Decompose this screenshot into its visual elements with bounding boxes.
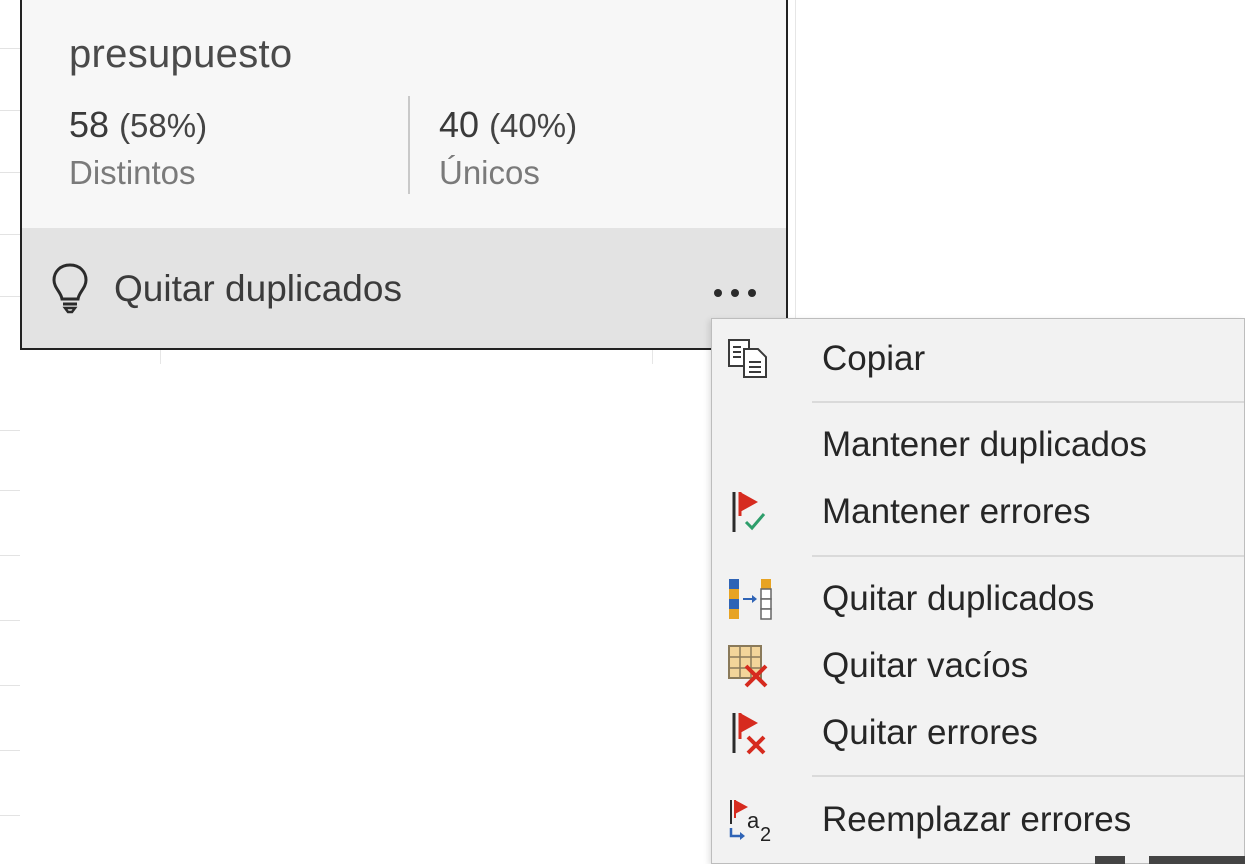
- copy-icon: [726, 337, 778, 381]
- context-menu: Copiar Mantener duplicados Mantener erro…: [711, 318, 1245, 864]
- distinct-stat: 58 (58%) Distintos: [69, 104, 207, 192]
- suggestion-bar[interactable]: Quitar duplicados: [22, 228, 786, 348]
- menu-item-copy[interactable]: Copiar: [712, 329, 1244, 387]
- menu-item-remove-empty[interactable]: Quitar vacíos: [712, 636, 1244, 694]
- menu-item-keep-duplicates[interactable]: Mantener duplicados: [712, 415, 1244, 473]
- grid-line: [0, 296, 20, 297]
- distinct-percent: (58%): [119, 107, 208, 144]
- grid-line: [0, 234, 20, 235]
- grid-line: [160, 350, 161, 364]
- grid-line: [795, 0, 796, 318]
- menu-item-label: Mantener duplicados: [822, 425, 1147, 464]
- column-profile-card: presupuesto 58 (58%) Distintos 40 (40%) …: [20, 0, 788, 350]
- unique-label: Únicos: [439, 154, 540, 191]
- status-bar-fragment: [1085, 854, 1245, 864]
- remove-duplicates-suggestion[interactable]: Quitar duplicados: [114, 268, 402, 310]
- menu-item-label: Quitar duplicados: [822, 579, 1095, 618]
- unique-stat: 40 (40%) Únicos: [439, 104, 577, 192]
- svg-text:a: a: [747, 808, 760, 833]
- menu-separator: [812, 555, 1244, 557]
- more-options-button[interactable]: [710, 282, 760, 304]
- grid-line: [0, 750, 20, 751]
- menu-item-label: Quitar vacíos: [822, 646, 1029, 685]
- distinct-label: Distintos: [69, 154, 196, 191]
- grid-line: [0, 110, 20, 111]
- grid-line: [0, 430, 20, 431]
- menu-item-label: Reemplazar errores: [822, 800, 1132, 839]
- ellipsis-icon: [714, 289, 722, 297]
- svg-text:2: 2: [760, 824, 771, 842]
- distinct-count: 58: [69, 104, 110, 145]
- menu-item-replace-errors[interactable]: a 2 Reemplazar errores: [712, 790, 1244, 848]
- menu-item-keep-errors[interactable]: Mantener errores: [712, 482, 1244, 540]
- unique-percent: (40%): [489, 107, 578, 144]
- grid-line: [652, 350, 653, 364]
- menu-item-label: Mantener errores: [822, 492, 1091, 531]
- menu-item-label: Quitar errores: [822, 713, 1038, 752]
- grid-line: [0, 815, 20, 816]
- grid-line: [0, 490, 20, 491]
- lightbulb-icon: [50, 262, 90, 314]
- stat-divider: [408, 96, 410, 194]
- menu-separator: [812, 401, 1244, 403]
- remove-errors-icon: [726, 711, 778, 755]
- menu-item-remove-duplicates[interactable]: Quitar duplicados: [712, 569, 1244, 627]
- remove-duplicates-icon: [726, 577, 778, 621]
- menu-item-label: Copiar: [822, 339, 926, 378]
- column-name: presupuesto: [69, 32, 293, 76]
- remove-empty-icon: [726, 644, 778, 688]
- grid-line: [0, 48, 20, 49]
- grid-line: [0, 555, 20, 556]
- grid-line: [0, 620, 20, 621]
- grid-line: [0, 685, 20, 686]
- keep-errors-icon: [726, 490, 778, 534]
- replace-errors-icon: a 2: [726, 798, 778, 846]
- grid-line: [0, 172, 20, 173]
- menu-item-remove-errors[interactable]: Quitar errores: [712, 703, 1244, 761]
- unique-count: 40: [439, 104, 480, 145]
- menu-separator: [812, 775, 1244, 777]
